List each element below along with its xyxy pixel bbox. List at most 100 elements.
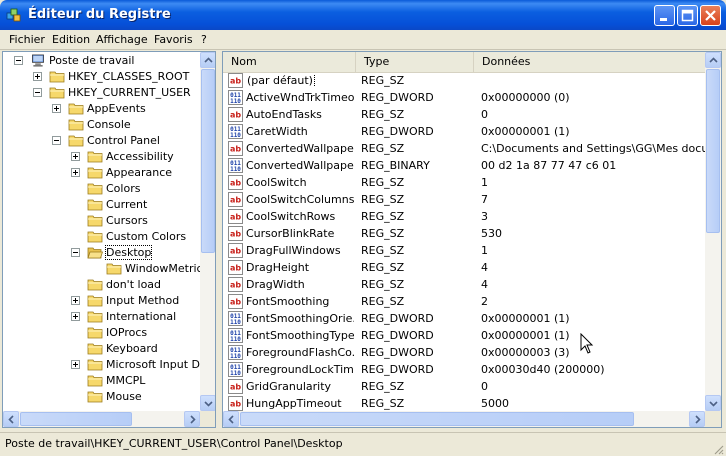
tree-item[interactable]: Appearance — [3, 165, 203, 181]
value-name-text: FontSmoothing — [246, 295, 330, 308]
value-row[interactable]: 011 110 ForegroundFlashCo... REG_DWORD 0x000… — [223, 344, 707, 361]
registry-tree[interactable]: Poste de travail HKEY_CLASSES_ROOT HKEY_CU… — [2, 51, 216, 428]
tree-item[interactable]: Console — [3, 117, 203, 133]
menu-affichage[interactable]: Affichage — [96, 33, 148, 46]
tree-item[interactable]: Poste de travail — [3, 53, 203, 69]
value-type: REG_SZ — [361, 210, 471, 223]
tree-scroll-corner — [200, 411, 215, 427]
collapse-icon[interactable] — [71, 248, 80, 257]
column-header-type[interactable]: Type — [356, 52, 474, 72]
tree-item[interactable]: Keyboard — [3, 341, 203, 357]
value-row[interactable]: ab CoolSwitchRows REG_SZ 3 — [223, 208, 707, 225]
value-data: 4 — [481, 278, 707, 291]
tree-item[interactable]: MMCPL — [3, 373, 203, 389]
expand-icon[interactable] — [71, 312, 80, 321]
value-row[interactable]: ab AutoEndTasks REG_SZ 0 — [223, 106, 707, 123]
collapse-icon[interactable] — [52, 136, 61, 145]
value-row[interactable]: 011 110 ActiveWndTrkTimeout REG_DWORD 0x0000… — [223, 89, 707, 106]
tree-item[interactable]: Current — [3, 197, 203, 213]
tree-item[interactable]: Microsoft Input Dev — [3, 357, 213, 373]
value-row[interactable]: 011 110 ForegroundLockTim... REG_DWORD 0x000… — [223, 361, 707, 378]
list-horizontal-scrollbar[interactable] — [223, 411, 705, 427]
list-scroll-right-button[interactable] — [689, 411, 705, 427]
collapse-icon[interactable] — [14, 56, 23, 65]
list-scroll-down-button[interactable] — [705, 395, 721, 411]
tree-item[interactable]: Desktop — [3, 245, 203, 261]
value-row[interactable]: ab DragHeight REG_SZ 4 — [223, 259, 707, 276]
tree-item[interactable]: International — [3, 309, 203, 325]
tree-item[interactable]: Control Panel — [3, 133, 203, 149]
tree-vertical-scrollbar[interactable] — [200, 52, 215, 411]
tree-item[interactable]: AppEvents — [3, 101, 203, 117]
tree-item[interactable]: WindowMetrics — [3, 261, 208, 277]
tree-scroll-down-button[interactable] — [200, 395, 215, 411]
string-value-icon: ab — [228, 260, 243, 275]
value-row[interactable]: ab HungAppTimeout REG_SZ 5000 — [223, 395, 707, 412]
string-value-icon: ab — [228, 226, 243, 241]
minimize-button[interactable] — [654, 5, 675, 26]
maximize-button[interactable] — [677, 5, 698, 26]
menu-favoris[interactable]: Favoris — [154, 33, 193, 46]
expand-icon[interactable] — [71, 168, 80, 177]
tree-item[interactable]: don't load — [3, 277, 203, 293]
value-row[interactable]: ab CursorBlinkRate REG_SZ 530 — [223, 225, 707, 242]
close-button[interactable] — [700, 5, 721, 26]
value-row[interactable]: ab ConvertedWallpaper REG_SZ C:\Documents a… — [223, 140, 707, 157]
collapse-icon[interactable] — [33, 88, 42, 97]
value-row[interactable]: ab FontSmoothing REG_SZ 2 — [223, 293, 707, 310]
column-header-nom[interactable]: Nom — [223, 52, 356, 72]
menu-edition[interactable]: Edition — [52, 33, 90, 46]
tree-item[interactable]: Accessibility — [3, 149, 203, 165]
resize-grip-icon[interactable] — [712, 443, 724, 455]
value-row[interactable]: 011 110 FontSmoothingOrie... REG_DWORD 0x000… — [223, 310, 707, 327]
tree-item-label: WindowMetrics — [125, 262, 209, 275]
value-row[interactable]: ab (par défaut) REG_SZ — [223, 72, 707, 89]
tree-item[interactable]: Colors — [3, 181, 203, 197]
tree-scroll-thumb[interactable] — [201, 69, 215, 253]
svg-text:ab: ab — [230, 383, 241, 392]
value-row[interactable]: ab GridGranularity REG_SZ 0 — [223, 378, 707, 395]
tree-item[interactable]: Mouse — [3, 389, 203, 405]
values-list[interactable]: Nom Type Données ab (par défaut) REG_SZ 011… — [222, 51, 722, 428]
tree-item[interactable]: HKEY_CLASSES_ROOT — [3, 69, 203, 85]
tree-item[interactable]: Input Method — [3, 293, 203, 309]
value-name: FontSmoothing — [246, 295, 354, 308]
tree-item[interactable]: Cursors — [3, 213, 203, 229]
expand-icon[interactable] — [71, 360, 80, 369]
expand-icon[interactable] — [71, 296, 80, 305]
tree-horizontal-scrollbar[interactable] — [3, 411, 200, 427]
column-header-donnees[interactable]: Données — [474, 52, 707, 72]
list-vertical-scrollbar[interactable] — [705, 52, 721, 411]
list-hscroll-thumb[interactable] — [240, 412, 634, 426]
string-value-icon: ab — [228, 243, 243, 258]
tree-hscroll-thumb[interactable] — [20, 412, 132, 426]
expand-icon[interactable] — [71, 152, 80, 161]
tree-scroll-up-button[interactable] — [200, 52, 215, 68]
value-name-text: CoolSwitchRows — [246, 210, 336, 223]
tree-item[interactable]: Custom Colors — [3, 229, 203, 245]
tree-scroll-right-button[interactable] — [184, 411, 200, 427]
value-type-text: REG_DWORD — [361, 363, 434, 376]
menu-fichier[interactable]: Fichier — [9, 33, 45, 46]
value-row[interactable]: 011 110 ConvertedWallpape... REG_BINARY 00 d… — [223, 157, 707, 174]
menu-help[interactable]: ? — [201, 33, 207, 46]
tree-item[interactable]: IOProcs — [3, 325, 203, 341]
value-row[interactable]: 011 110 CaretWidth REG_DWORD 0x00000001 (1) — [223, 123, 707, 140]
value-row[interactable]: ab DragFullWindows REG_SZ 1 — [223, 242, 707, 259]
value-type-text: REG_SZ — [361, 210, 405, 223]
title-bar[interactable]: Éditeur du Registre — [0, 0, 726, 30]
value-row[interactable]: ab CoolSwitchColumns REG_SZ 7 — [223, 191, 707, 208]
value-row[interactable]: 011 110 FontSmoothingType REG_DWORD 0x000000… — [223, 327, 707, 344]
tree-item-label: International — [106, 310, 177, 323]
list-scroll-left-button[interactable] — [223, 411, 239, 427]
list-scroll-thumb[interactable] — [706, 69, 720, 233]
list-scroll-up-button[interactable] — [705, 52, 721, 68]
value-row[interactable]: ab CoolSwitch REG_SZ 1 — [223, 174, 707, 191]
value-row[interactable]: ab DragWidth REG_SZ 4 — [223, 276, 707, 293]
tree-item[interactable]: HKEY_CURRENT_USER — [3, 85, 203, 101]
string-value-icon: ab — [228, 379, 243, 394]
tree-scroll-left-button[interactable] — [3, 411, 19, 427]
expand-icon[interactable] — [52, 104, 61, 113]
folder-icon — [49, 87, 65, 99]
expand-icon[interactable] — [33, 72, 42, 81]
